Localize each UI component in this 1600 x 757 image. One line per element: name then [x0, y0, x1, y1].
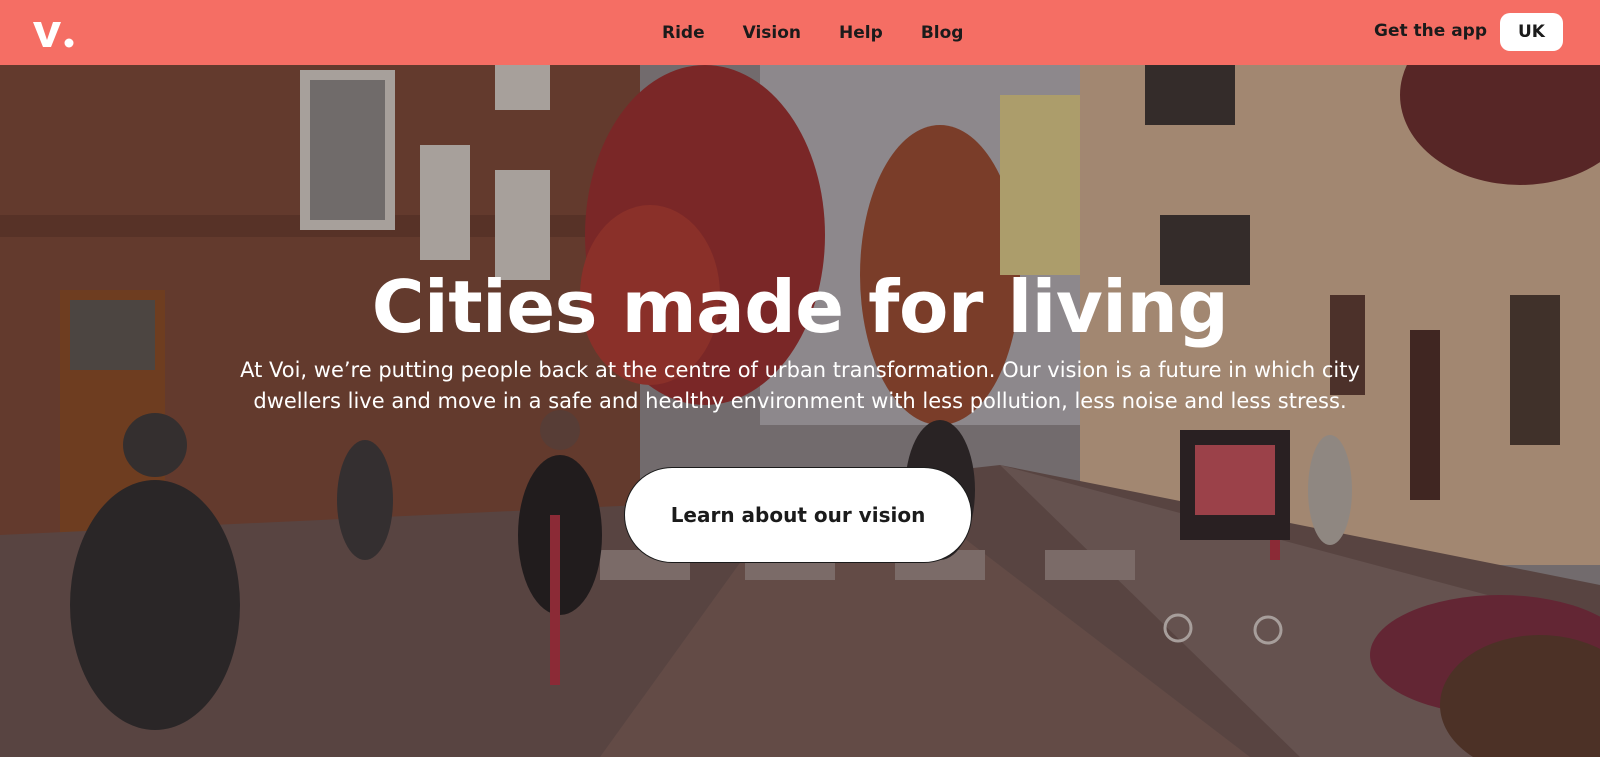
main-nav: Ride Vision Help Blog: [662, 0, 963, 65]
nav-link-help[interactable]: Help: [839, 23, 883, 43]
region-selector-button[interactable]: UK: [1500, 13, 1563, 51]
learn-about-vision-button[interactable]: Learn about our vision: [624, 467, 972, 563]
nav-link-ride[interactable]: Ride: [662, 23, 705, 43]
hero-section: Cities made for living At Voi, we’re put…: [0, 65, 1600, 757]
get-the-app-link[interactable]: Get the app: [1374, 21, 1487, 41]
hero-subtitle: At Voi, we’re putting people back at the…: [240, 358, 1360, 413]
nav-link-vision[interactable]: Vision: [743, 23, 801, 43]
voi-logo[interactable]: [32, 14, 76, 50]
hero-title: Cities made for living: [371, 265, 1229, 349]
top-navigation-bar: Ride Vision Help Blog Get the app UK: [0, 0, 1600, 65]
nav-link-blog[interactable]: Blog: [921, 23, 964, 43]
